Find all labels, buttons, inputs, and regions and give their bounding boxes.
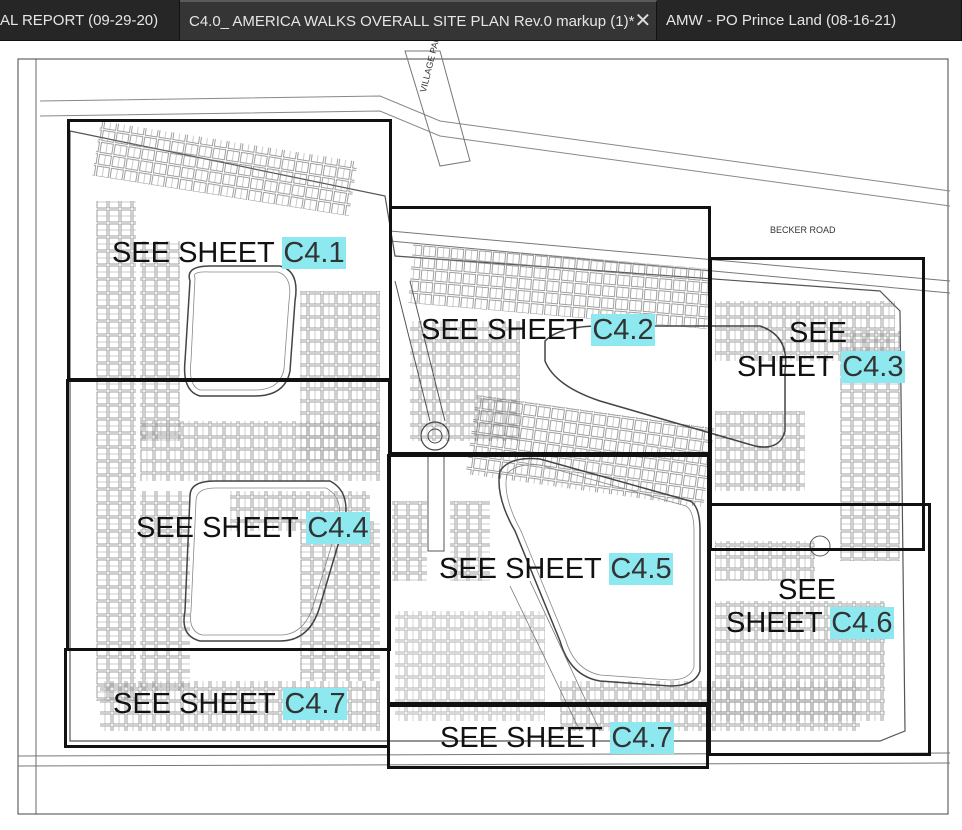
close-icon[interactable]: ✕ [634,11,651,31]
sheet-ref-highlight[interactable]: C4.1 [282,237,346,269]
sheet-ref-highlight[interactable]: C4.4 [306,512,370,544]
see-sheet-c4-7-bottom: SEE SHEET C4.7 [440,722,674,754]
see-sheet-c4-3-line2: SHEET C4.3 [737,351,905,383]
see-sheet-text: SEE SHEET [113,688,276,720]
sheet-ref-highlight[interactable]: C4.3 [841,351,905,383]
see-sheet-text: SEE SHEET [112,237,275,269]
see-sheet-c4-6-line2: SHEET C4.6 [726,607,894,639]
see-sheet-text: SEE SHEET [440,722,603,754]
sheet-ref-highlight[interactable]: C4.2 [591,314,655,346]
sheet-ref-highlight[interactable]: C4.6 [830,607,894,639]
tab-label: AL REPORT (09-29-20) [0,11,159,29]
see-text: SEE [789,317,848,349]
sheet-ref-highlight[interactable]: C4.5 [609,553,673,585]
document-canvas[interactable]: VILLAGE PARKWAY BECKER ROAD SEE SHEET C4… [0,41,962,830]
sheet-text: SHEET [726,607,823,639]
see-sheet-c4-7-left: SEE SHEET C4.7 [113,688,347,720]
see-sheet-c4-3-line1: SEE [789,318,847,348]
see-sheet-c4-1: SEE SHEET C4.1 [112,237,346,269]
tab-al-report[interactable]: AL REPORT (09-29-20) [0,0,180,40]
see-sheet-c4-4: SEE SHEET C4.4 [136,512,370,544]
tab-bar: AL REPORT (09-29-20) C4.0_ AMERICA WALKS… [0,0,962,41]
see-sheet-c4-2: SEE SHEET C4.2 [421,314,655,346]
see-sheet-text: SEE SHEET [439,553,602,585]
see-sheet-c4-5: SEE SHEET C4.5 [439,553,673,585]
tab-c4-0-site-plan[interactable]: C4.0_ AMERICA WALKS OVERALL SITE PLAN Re… [180,0,657,40]
see-sheet-c4-6-line1: SEE [778,575,836,605]
see-sheet-text: SEE SHEET [136,512,299,544]
see-text: SEE [778,574,837,606]
tab-label: AMW - PO Prince Land (08-16-21) [666,11,897,29]
tab-label: C4.0_ AMERICA WALKS OVERALL SITE PLAN Re… [189,12,635,30]
see-sheet-text: SEE SHEET [421,314,584,346]
becker-road-label: BECKER ROAD [770,225,836,235]
tab-amw-po-prince-land[interactable]: AMW - PO Prince Land (08-16-21) [657,0,962,40]
sheet-text: SHEET [737,351,834,383]
sheet-ref-highlight[interactable]: C4.7 [283,688,347,720]
sheet-ref-highlight[interactable]: C4.7 [610,722,674,754]
